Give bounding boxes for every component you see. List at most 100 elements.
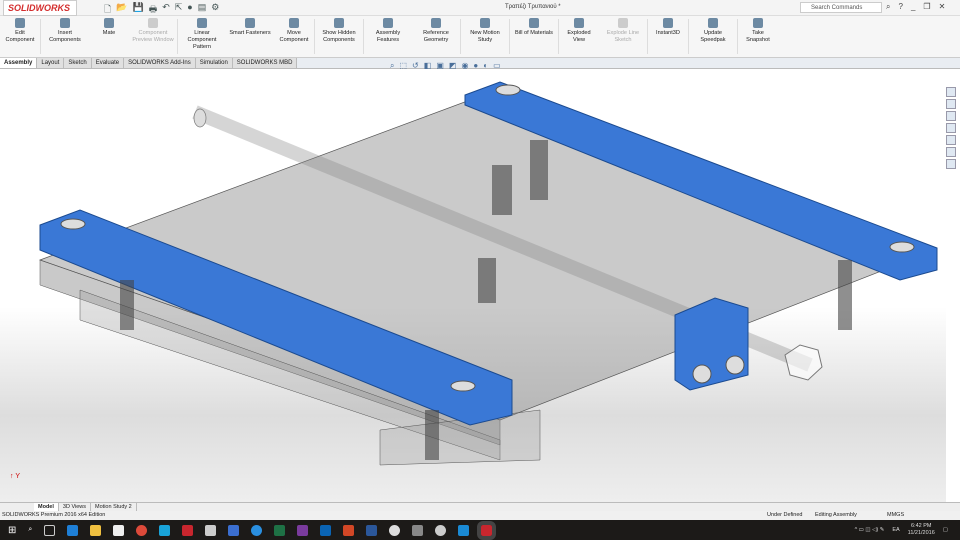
chrome-icon[interactable] [136, 524, 148, 536]
screw-head [60, 218, 86, 230]
tab-model[interactable]: Model [34, 503, 59, 511]
task-pane-tabs [946, 87, 960, 169]
hide-show-icon[interactable]: ◉ [461, 61, 468, 71]
ribbon-button-label: Assembly Features [375, 30, 401, 43]
solidworks-active-icon[interactable] [477, 520, 497, 540]
ribbon-button-linear-component-pattern[interactable]: Linear Component Pattern [178, 16, 226, 57]
solidworks-logo[interactable]: SOLIDWORKS [3, 0, 77, 16]
task-view-icon[interactable] [44, 524, 56, 536]
appearances-icon[interactable] [946, 147, 956, 157]
file-explorer-icon[interactable] [90, 524, 102, 536]
definition-state: Under Defined [767, 512, 803, 518]
previous-view-icon[interactable]: ↺ [412, 61, 419, 71]
ribbon-button-label: Smart Fasteners [229, 30, 271, 36]
start-icon[interactable]: ⊞ [8, 525, 16, 536]
view-palette-icon[interactable] [946, 135, 956, 145]
resources-icon[interactable] [946, 99, 956, 109]
tab-sketch[interactable]: Sketch [64, 58, 92, 68]
restore-button[interactable]: ❐ [923, 2, 930, 12]
tab-3d-views[interactable]: 3D Views [59, 503, 92, 511]
solidworks-app-icon[interactable] [182, 524, 194, 536]
app-icon[interactable] [159, 524, 171, 536]
ribbon-button-move-component[interactable]: Move Component [274, 16, 314, 57]
ribbon-button-new-motion-study[interactable]: New Motion Study [461, 16, 509, 57]
graphics-area[interactable]: ↑ Y [0, 69, 946, 502]
document-title: Τραπέζι Τρυπανιού * [505, 4, 561, 10]
search-icon[interactable]: ⌕ [28, 526, 32, 534]
display-style-icon[interactable]: ◩ [449, 61, 457, 71]
store-icon[interactable] [113, 524, 125, 536]
word-icon[interactable] [366, 524, 378, 536]
preview-window-icon [148, 18, 158, 28]
move-icon [289, 18, 299, 28]
excel-icon[interactable] [274, 524, 286, 536]
view-orientation-icon[interactable]: ▣ [436, 61, 444, 71]
file-explorer-icon[interactable] [946, 123, 956, 133]
minimize-button[interactable]: _ [911, 2, 915, 12]
onenote-icon[interactable] [297, 524, 309, 536]
design-library-icon[interactable] [946, 111, 956, 121]
tab-simulation[interactable]: Simulation [195, 58, 233, 68]
app-icon[interactable] [251, 524, 263, 536]
view-settings-icon[interactable]: ▭ [493, 61, 501, 71]
ribbon-button-label: Bill of Materials [515, 30, 553, 36]
tab-assembly[interactable]: Assembly [0, 58, 38, 68]
units-selector[interactable]: MMGS [887, 511, 904, 520]
appearance-icon[interactable]: ● [473, 61, 478, 71]
screw-head [889, 241, 915, 253]
search-icon[interactable]: ⌕ [886, 2, 890, 12]
ribbon-button-instant3d[interactable]: Instant3D [648, 16, 688, 57]
ribbon-button-label: Exploded View [567, 30, 591, 43]
app-icon[interactable] [228, 524, 240, 536]
tab-layout[interactable]: Layout [37, 58, 65, 68]
ribbon-button-show-hidden-components[interactable]: Show Hidden Components [315, 16, 363, 57]
scene-icon[interactable]: ◐ [483, 61, 488, 71]
ribbon-button-assembly-features[interactable]: Assembly Features [364, 16, 412, 57]
tab-motion-study-2[interactable]: Motion Study 2 [91, 503, 137, 511]
explode-line-icon [618, 18, 628, 28]
outlook-icon[interactable] [320, 524, 332, 536]
assembly-model: ↑ Y [10, 81, 938, 480]
ribbon-button-label: Explode Line Sketch [606, 30, 640, 43]
custom-properties-icon[interactable] [946, 159, 956, 169]
ribbon-button-reference-geometry[interactable]: Reference Geometry [412, 16, 460, 57]
home-icon[interactable] [946, 87, 956, 97]
powerpoint-icon[interactable] [343, 524, 355, 536]
zoom-area-icon[interactable]: ⬚ [399, 61, 407, 71]
close-button[interactable]: ✕ [939, 2, 946, 12]
app-icon[interactable] [435, 524, 447, 536]
ribbon-button-mate[interactable]: Mate [89, 16, 129, 57]
language-indicator[interactable]: EA [892, 527, 899, 533]
clock[interactable]: 6:42 PM 11/21/2016 [908, 523, 935, 537]
tab-evaluate[interactable]: Evaluate [91, 58, 125, 68]
motion-study-icon [480, 18, 490, 28]
search-commands-input[interactable]: Search Commands [800, 2, 882, 13]
calculator-icon[interactable] [412, 524, 424, 536]
edge-icon[interactable] [67, 524, 79, 536]
bom-icon [529, 18, 539, 28]
ribbon-button-label: Update Speedpak [700, 30, 726, 43]
ribbon-button-update-speedpak[interactable]: Update Speedpak [689, 16, 737, 57]
ribbon-button-bill-of-materials[interactable]: Bill of Materials [510, 16, 558, 57]
tab-solidworks-mbd[interactable]: SOLIDWORKS MBD [232, 58, 298, 68]
app-icon[interactable] [458, 524, 470, 536]
edit-component-icon [15, 18, 25, 28]
instant3d-icon [663, 18, 673, 28]
bolt [120, 280, 134, 330]
help-button[interactable]: ? [898, 2, 902, 12]
ribbon-button-explode-line-sketch[interactable]: Explode Line Sketch [599, 16, 647, 57]
ribbon-button-exploded-view[interactable]: Exploded View [559, 16, 599, 57]
tray-icons[interactable]: ^ ▭ ◫ ◁) ✎ [855, 527, 885, 533]
notifications-icon[interactable]: ▢ [943, 527, 948, 533]
ribbon-button-edit-component[interactable]: Edit Component [0, 16, 40, 57]
ribbon-button-take-snapshot[interactable]: Take Snapshot [738, 16, 778, 57]
tab-solidworks-add-ins[interactable]: SOLIDWORKS Add-Ins [124, 58, 196, 68]
ribbon-button-label: Insert Components [49, 30, 81, 43]
ribbon-button-component-preview-window[interactable]: Component Preview Window [129, 16, 177, 57]
app-icon[interactable] [205, 524, 217, 536]
app-icon[interactable] [389, 524, 401, 536]
section-view-icon[interactable]: ◧ [424, 61, 432, 71]
ribbon-button-insert-components[interactable]: Insert Components [41, 16, 89, 57]
zoom-to-fit-icon[interactable]: ⌕ [390, 61, 394, 71]
ribbon-button-smart-fasteners[interactable]: Smart Fasteners [226, 16, 274, 57]
